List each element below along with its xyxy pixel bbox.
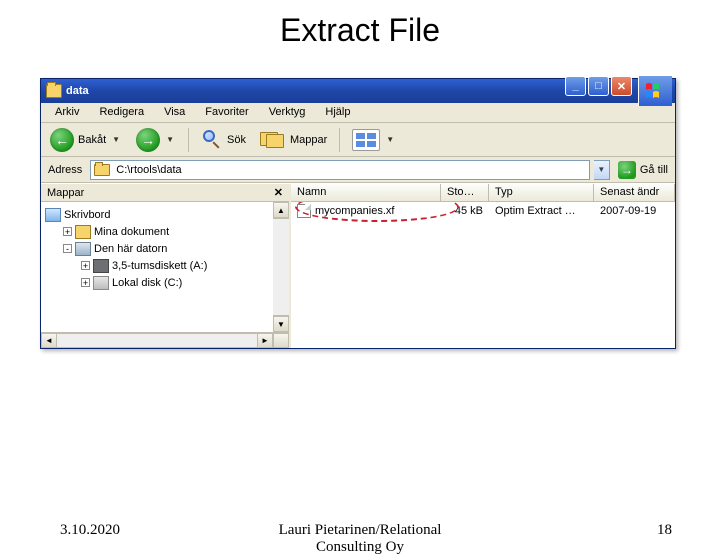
column-header-size[interactable]: Sto… [441, 184, 489, 201]
file-name: mycompanies.xf [315, 205, 394, 217]
floppy-icon [93, 259, 109, 273]
folders-icon [260, 130, 286, 150]
folders-label: Mappar [290, 134, 327, 146]
minimize-button[interactable]: _ [565, 76, 586, 96]
explorer-window: data _ □ ✕ Arkiv Redigera Visa Favo [40, 78, 676, 349]
expand-icon[interactable]: + [81, 261, 90, 270]
tree-item-label[interactable]: 3,5-tumsdiskett (A:) [112, 260, 207, 272]
back-label: Bakåt [78, 134, 106, 146]
mydocs-icon [75, 225, 91, 239]
menu-bar: Arkiv Redigera Visa Favoriter Verktyg Hj… [41, 103, 675, 123]
file-row[interactable]: mycompanies.xf 45 kB Optim Extract … 200… [291, 202, 675, 219]
address-input[interactable] [114, 163, 586, 177]
address-dropdown-button[interactable]: ▼ [594, 160, 610, 180]
computer-icon [75, 242, 91, 256]
tree-item-label[interactable]: Lokal disk (C:) [112, 277, 182, 289]
file-list[interactable]: mycompanies.xf 45 kB Optim Extract … 200… [291, 202, 675, 348]
toolbar-separator [339, 128, 340, 152]
forward-dropdown-icon[interactable]: ▼ [164, 135, 176, 144]
column-header-type[interactable]: Typ [489, 184, 594, 201]
folder-icon [94, 164, 110, 176]
file-icon [297, 204, 311, 218]
back-button[interactable]: ← Bakåt ▼ [44, 126, 128, 154]
footer-page-number: 18 [657, 522, 672, 539]
scroll-up-button[interactable]: ▲ [273, 202, 289, 218]
windows-logo-icon [638, 76, 672, 106]
file-date: 2007-09-19 [594, 204, 675, 218]
scroll-track[interactable] [57, 333, 257, 348]
file-list-pane: Namn Sto… Typ Senast ändr mycompanies.xf… [291, 184, 675, 348]
back-arrow-icon: ← [50, 128, 74, 152]
views-icon [352, 129, 380, 151]
tree-item-label[interactable]: Skrivbord [64, 209, 110, 221]
expand-icon[interactable]: + [63, 227, 72, 236]
close-button[interactable]: ✕ [611, 76, 632, 96]
address-box[interactable] [90, 160, 590, 180]
views-button[interactable]: ▼ [346, 126, 402, 154]
scroll-left-button[interactable]: ◄ [41, 333, 57, 348]
file-type: Optim Extract … [489, 204, 594, 218]
go-arrow-icon: → [618, 161, 636, 179]
tree-horizontal-scrollbar[interactable]: ◄ ► [41, 332, 289, 348]
folders-button[interactable]: Mappar [254, 126, 333, 154]
folders-pane-close-icon[interactable]: ✕ [274, 186, 283, 199]
column-header-row: Namn Sto… Typ Senast ändr [291, 184, 675, 202]
maximize-button[interactable]: □ [588, 76, 609, 96]
forward-button[interactable]: → ▼ [130, 126, 182, 154]
scroll-track[interactable] [273, 218, 289, 316]
column-header-date[interactable]: Senast ändr [594, 184, 675, 201]
menu-hjalp[interactable]: Hjälp [315, 103, 360, 123]
scroll-right-button[interactable]: ► [257, 333, 273, 348]
forward-arrow-icon: → [136, 128, 160, 152]
go-label: Gå till [640, 164, 668, 176]
folder-icon [46, 84, 62, 98]
search-icon [201, 129, 223, 151]
scroll-down-button[interactable]: ▼ [273, 316, 289, 332]
desktop-icon [45, 208, 61, 222]
menu-verktyg[interactable]: Verktyg [259, 103, 316, 123]
tree-item-label[interactable]: Den här datorn [94, 243, 167, 255]
search-button[interactable]: Sök [195, 126, 252, 154]
file-size: 45 kB [441, 204, 489, 218]
folders-pane: Mappar ✕ Skrivbord + Mina dokument [41, 184, 291, 348]
folders-pane-title: Mappar [47, 187, 84, 199]
disk-icon [93, 276, 109, 290]
folders-pane-header: Mappar ✕ [41, 184, 289, 202]
slide-title: Extract File [0, 12, 720, 49]
column-header-name[interactable]: Namn [291, 184, 441, 201]
menu-visa[interactable]: Visa [154, 103, 195, 123]
menu-arkiv[interactable]: Arkiv [45, 103, 89, 123]
search-label: Sök [227, 134, 246, 146]
toolbar-separator [188, 128, 189, 152]
menu-favoriter[interactable]: Favoriter [195, 103, 258, 123]
address-toolbar: Adress ▼ → Gå till [41, 157, 675, 183]
window-title: data [66, 85, 89, 97]
folder-tree[interactable]: Skrivbord + Mina dokument - Den här dato… [41, 202, 273, 332]
titlebar[interactable]: data _ □ ✕ [41, 79, 675, 103]
address-label: Adress [44, 164, 86, 176]
go-button[interactable]: → Gå till [614, 161, 672, 179]
scroll-grip [273, 333, 289, 348]
tree-item-label[interactable]: Mina dokument [94, 226, 169, 238]
back-dropdown-icon[interactable]: ▼ [110, 135, 122, 144]
footer-author: Lauri Pietarinen/Relational Consulting O… [0, 522, 720, 557]
tree-vertical-scrollbar[interactable]: ▲ ▼ [273, 202, 289, 332]
expand-icon[interactable]: + [81, 278, 90, 287]
main-toolbar: ← Bakåt ▼ → ▼ Sök Mappar ▼ [41, 123, 675, 157]
views-dropdown-icon[interactable]: ▼ [384, 135, 396, 144]
menu-redigera[interactable]: Redigera [89, 103, 154, 123]
collapse-icon[interactable]: - [63, 244, 72, 253]
